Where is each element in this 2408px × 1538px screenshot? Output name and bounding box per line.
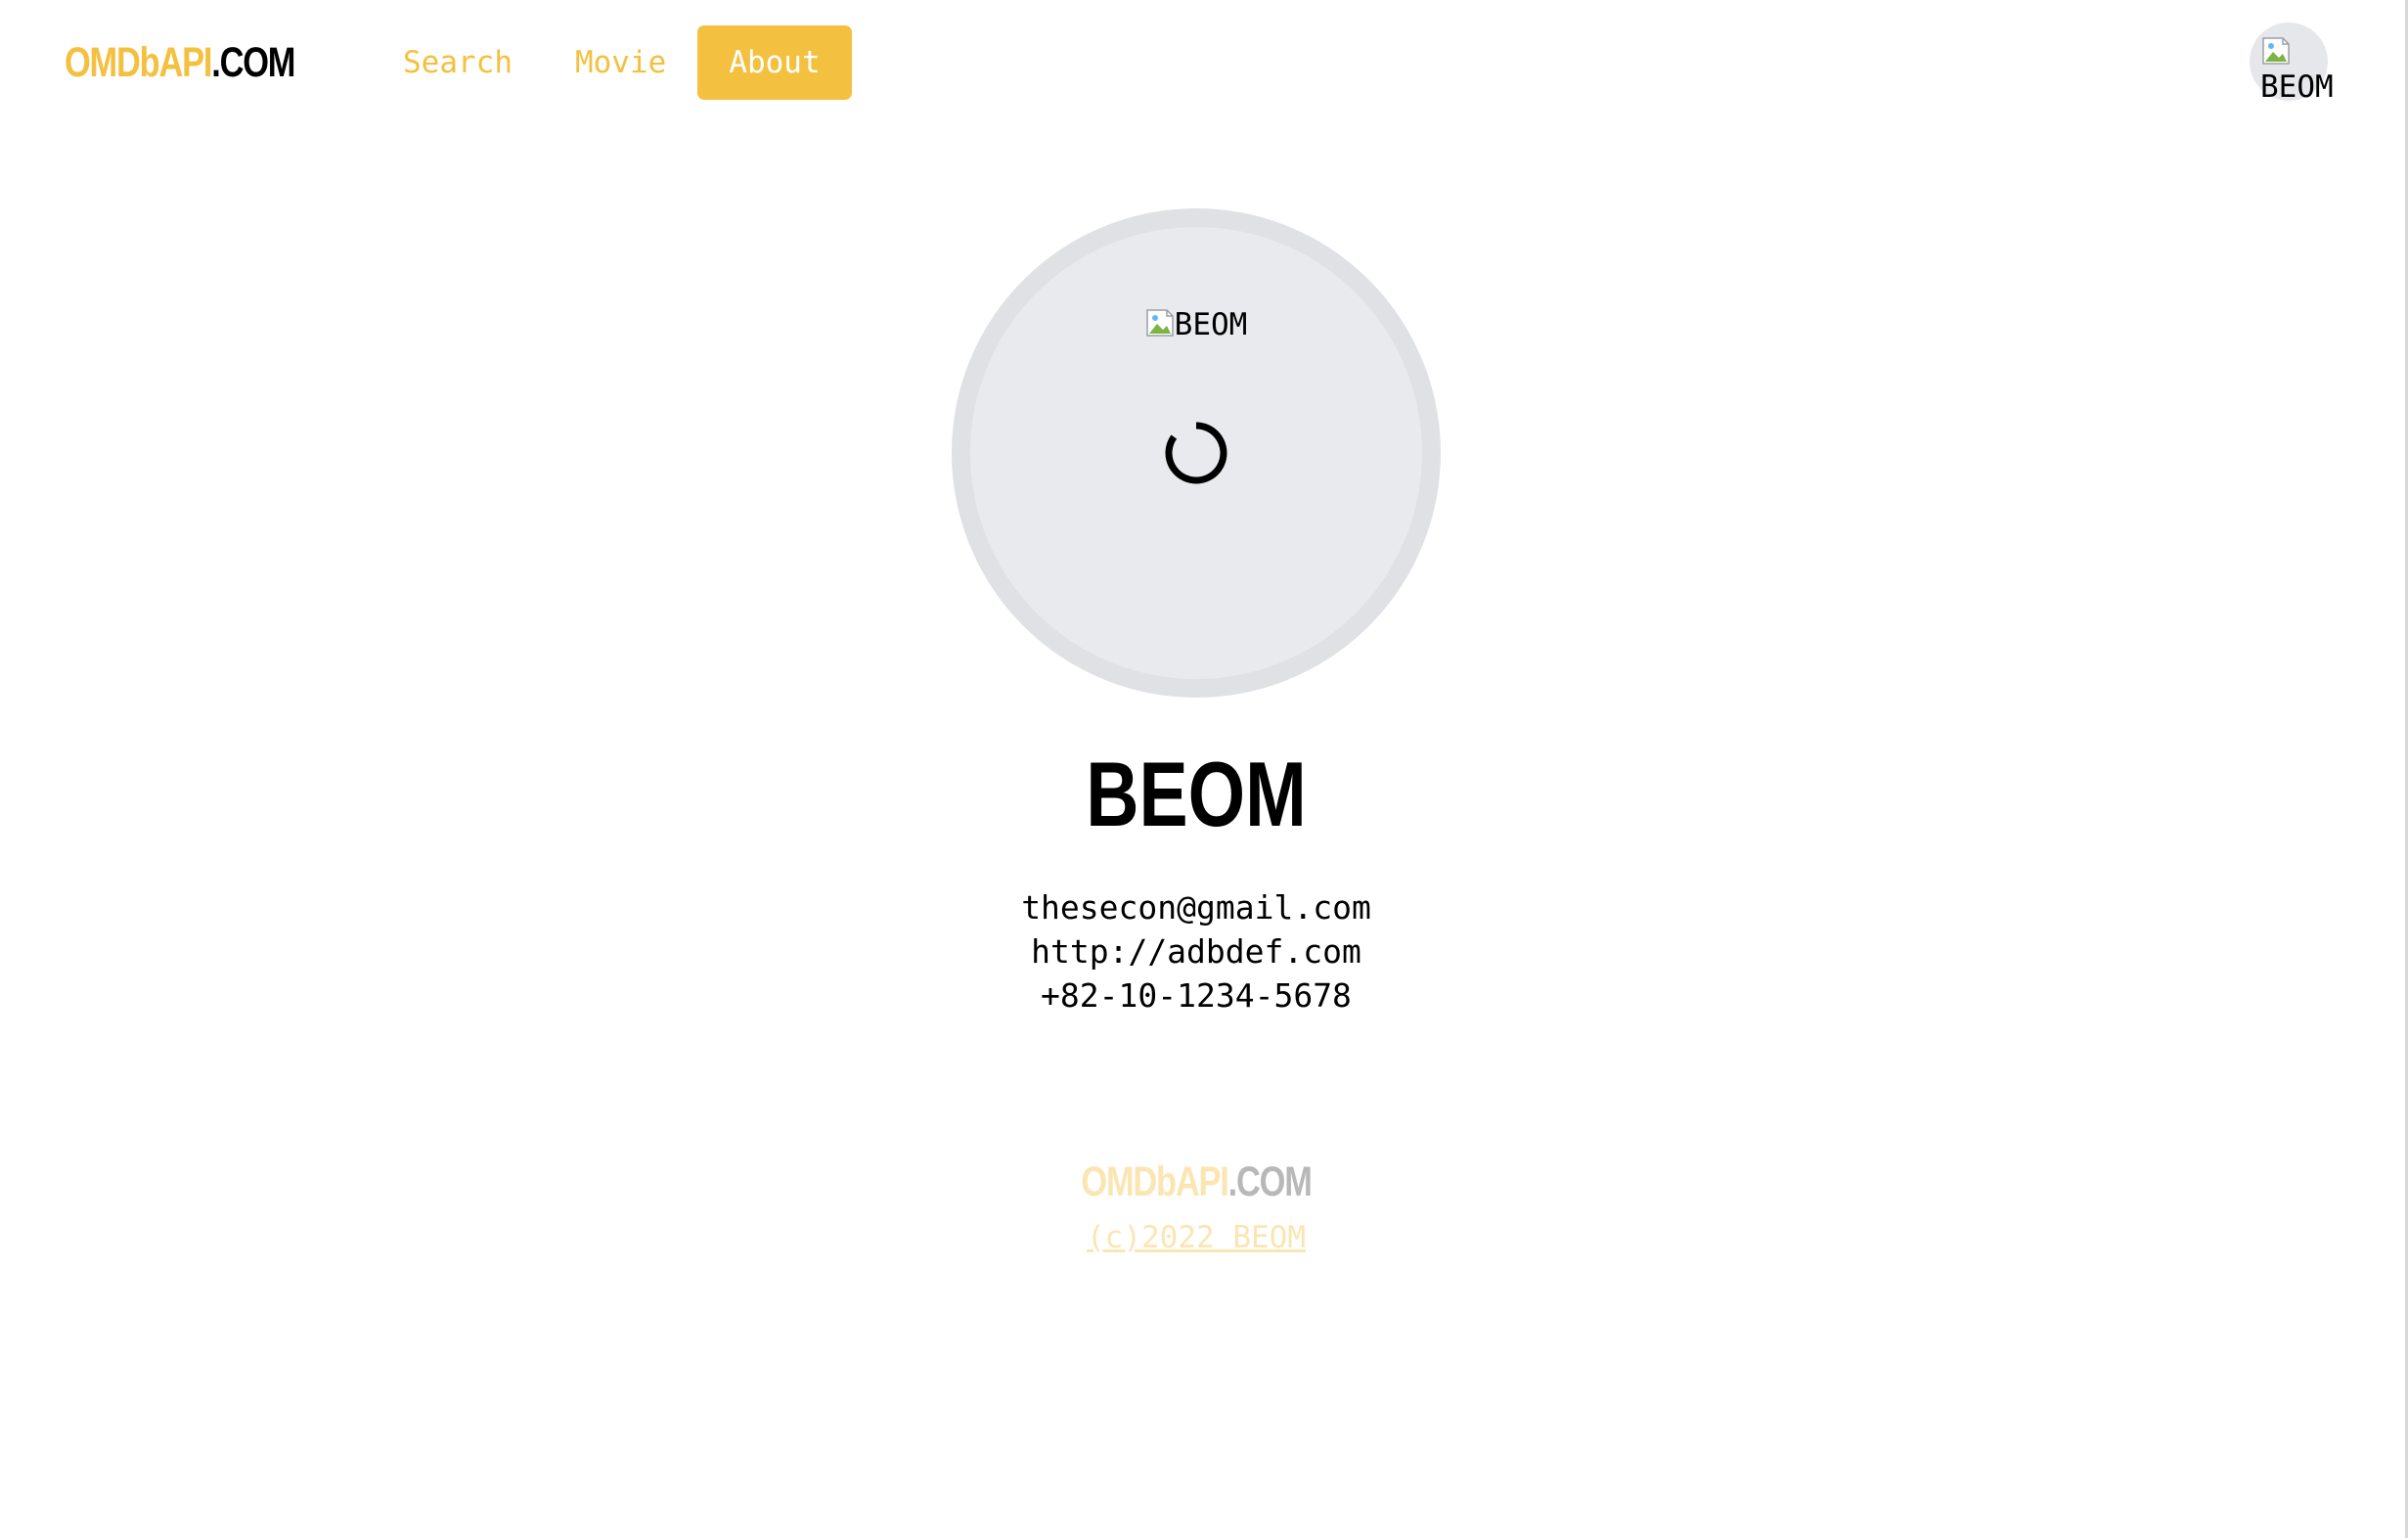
footer-logo: OMDbAPI.COM [0, 1154, 2392, 1209]
logo-part-omdbapi: OMDbAPI [65, 39, 212, 86]
footer-logo-part-com: .COM [1227, 1158, 1313, 1205]
profile-photo-alt-text: BEOM [1174, 307, 1248, 342]
loading-spinner-icon [1165, 422, 1227, 484]
nav-item-movie[interactable]: Movie [544, 25, 697, 100]
logo-part-com: .COM [211, 39, 295, 86]
profile-name: BEOM [1086, 743, 1307, 845]
copyright: (c)2022 BEOM [0, 1216, 2392, 1259]
profile-photo: BEOM [952, 208, 1441, 698]
nav-item-search[interactable]: Search [372, 25, 544, 100]
profile-photo-alt: BEOM [970, 305, 1422, 344]
footer-logo-part-omdbapi: OMDbAPI [1081, 1158, 1228, 1205]
header: OMDbAPI.COM Search Movie About BEOM [0, 0, 2408, 125]
contact-info: thesecon@gmail.com http://adbdef.com +82… [0, 885, 2392, 1018]
header-logo[interactable]: OMDbAPI.COM [65, 35, 295, 90]
broken-image-icon [1145, 309, 1174, 337]
nav-item-about[interactable]: About [697, 25, 852, 100]
user-avatar-button[interactable]: BEOM [2250, 23, 2334, 105]
contact-phone: +82-10-1234-5678 [1041, 976, 1352, 1015]
footer-logo-link[interactable]: OMDbAPI.COM [1081, 1154, 1313, 1209]
contact-website: http://adbdef.com [1031, 932, 1361, 971]
copyright-link[interactable]: (c)2022 BEOM [1087, 1220, 1306, 1255]
contact-email: thesecon@gmail.com [1021, 888, 1371, 927]
user-avatar-alt-text: BEOM [2260, 69, 2334, 105]
main-nav: Search Movie About [372, 25, 852, 100]
broken-image-icon [2262, 37, 2290, 65]
